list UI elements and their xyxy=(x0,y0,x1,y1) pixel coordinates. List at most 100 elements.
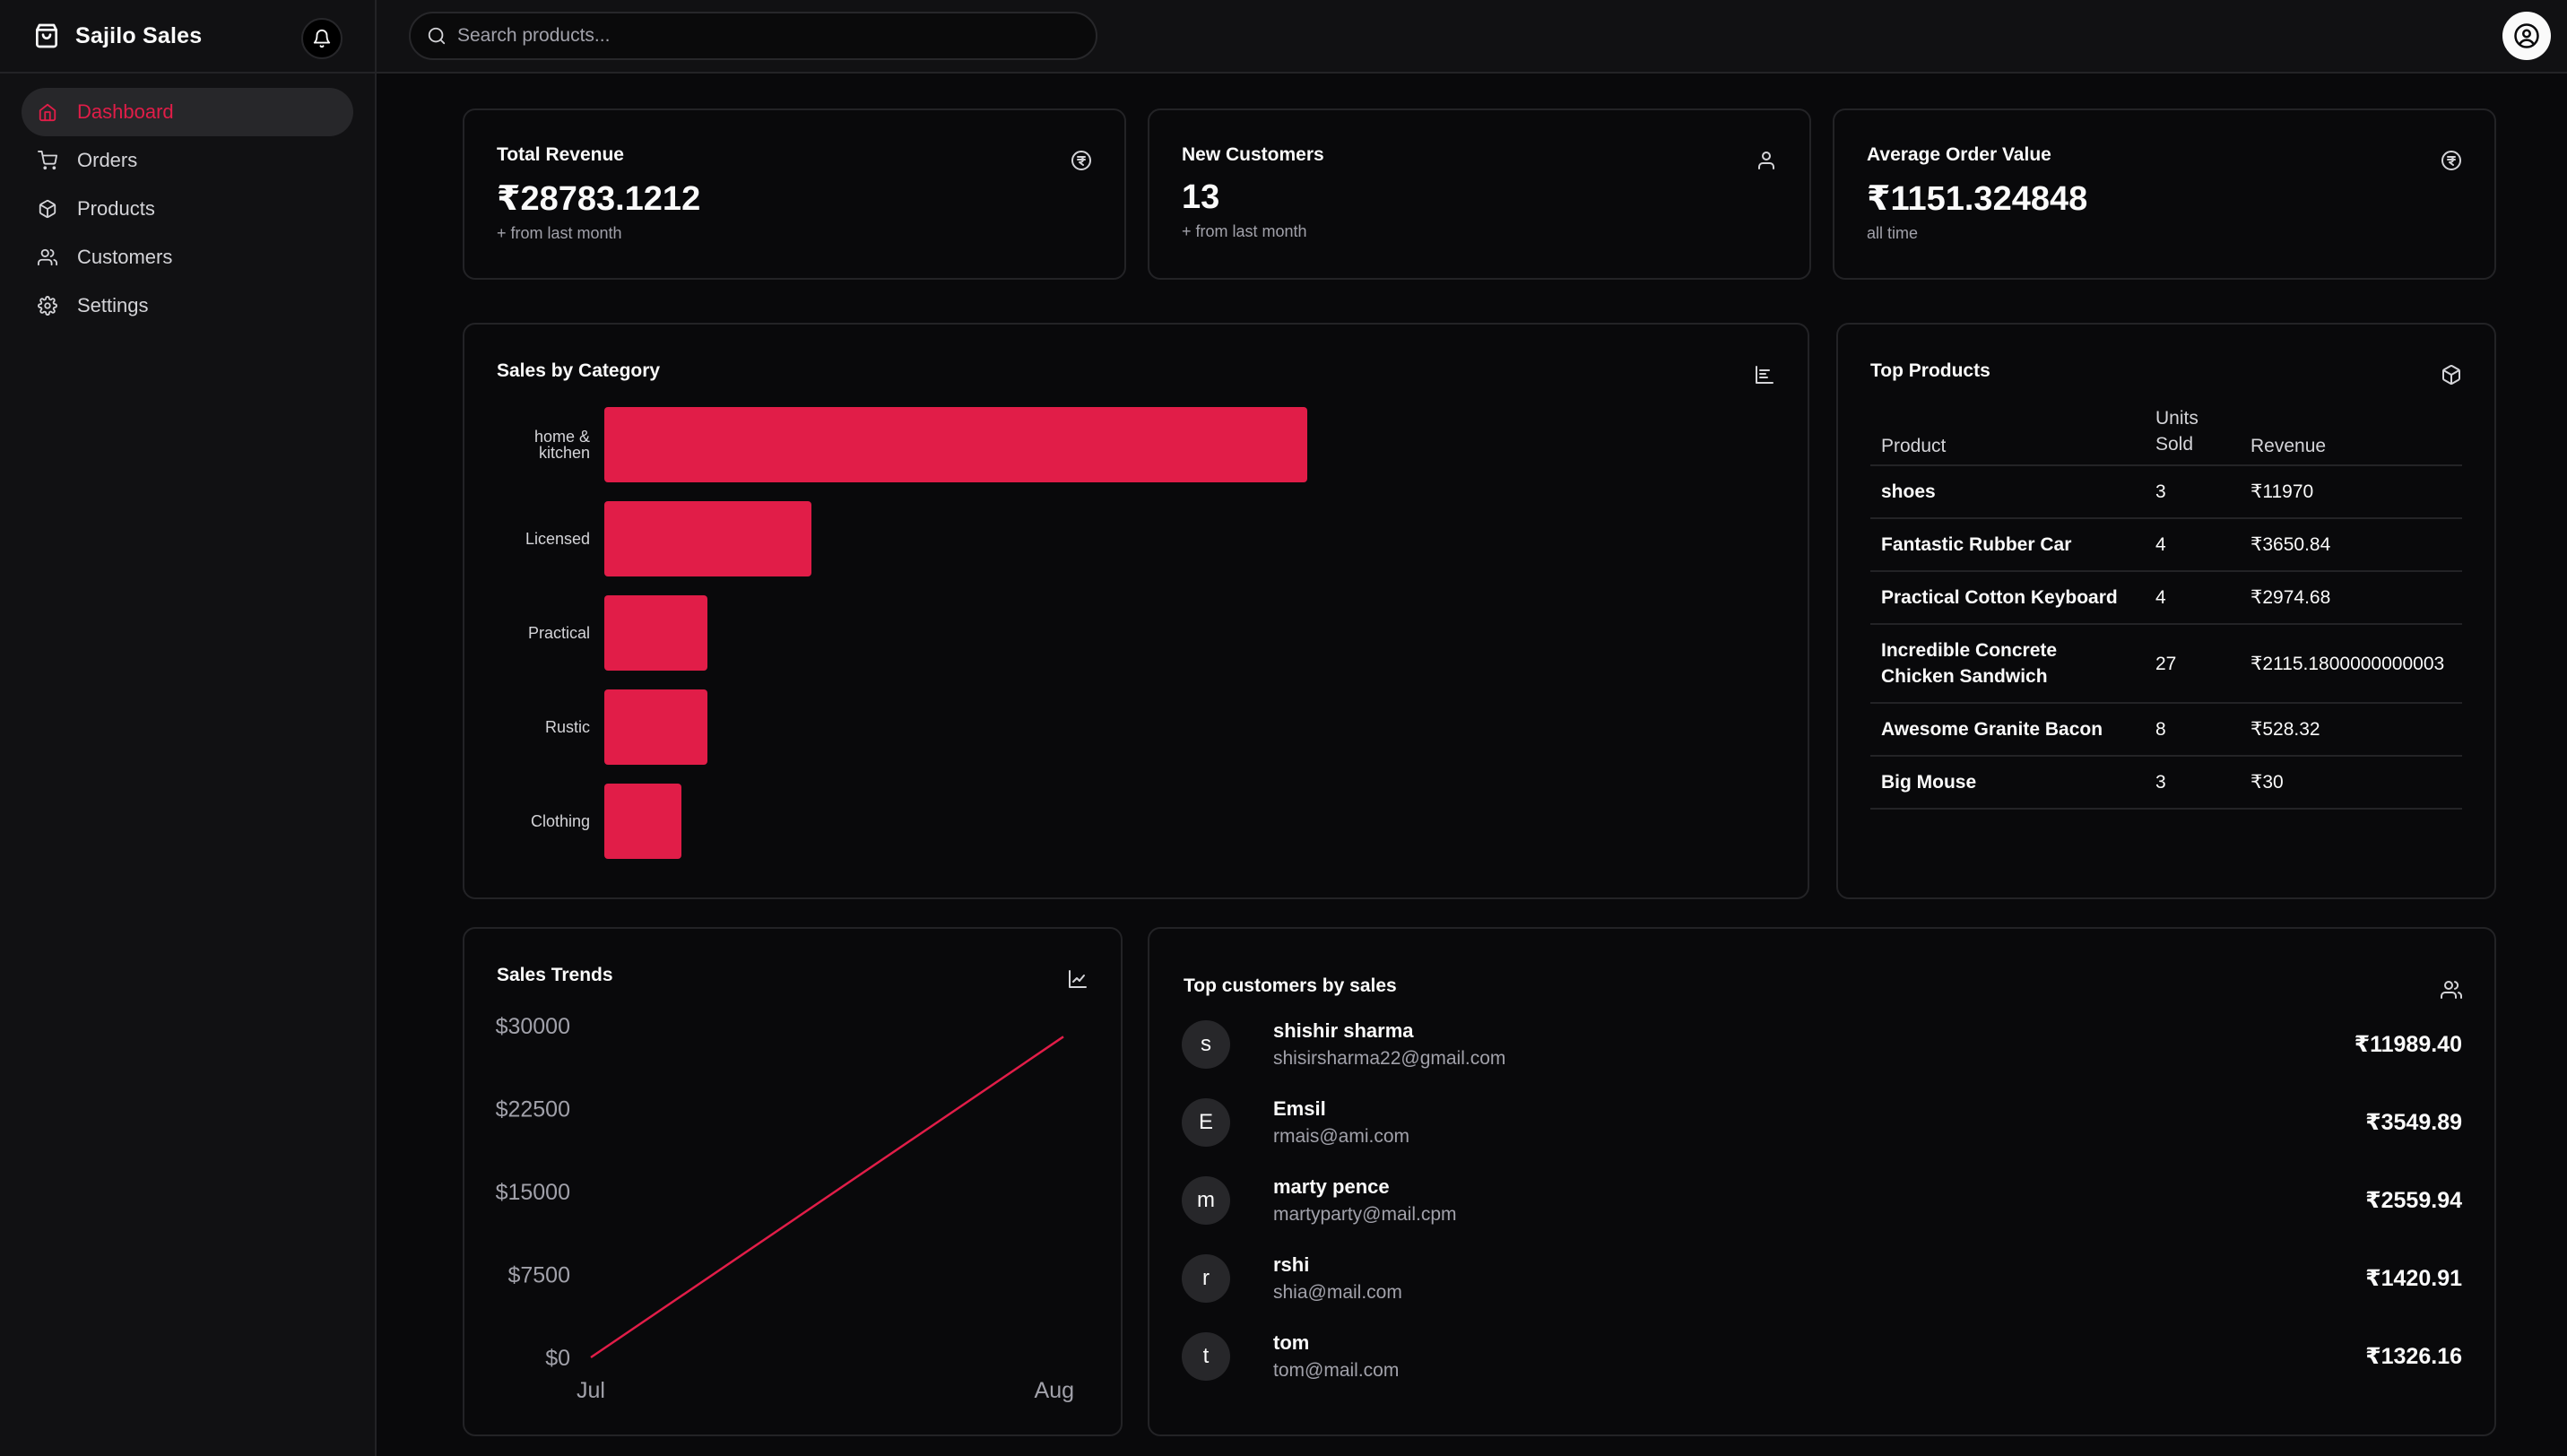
customer-info: rshi shia@mail.com xyxy=(1273,1253,2365,1304)
revenue-cell: ₹2974.68 xyxy=(2240,570,2462,624)
stat-subtext: + from last month xyxy=(1182,222,1307,240)
card-title: Top customers by sales xyxy=(1184,975,1397,996)
stat-value: 13 xyxy=(1182,178,1220,216)
column-header: Revenue xyxy=(2250,436,2327,456)
line-chart-svg: $0 $7500 $15000 $22500 $30000 Jul Aug xyxy=(496,1014,1074,1403)
user-icon xyxy=(1756,150,1777,171)
bar[interactable] xyxy=(604,595,708,671)
product-name-cell: Awesome Granite Bacon xyxy=(1870,702,2145,756)
user-circle-icon xyxy=(2513,22,2540,49)
stat-subtext: + from last month xyxy=(497,224,622,242)
notifications-button[interactable] xyxy=(301,18,343,59)
bar[interactable] xyxy=(604,784,682,859)
sidebar: Sajilo Sales Dashboard Orders Products C… xyxy=(0,0,377,1456)
sidebar-item-label: Customers xyxy=(77,246,173,268)
revenue-cell: ₹11970 xyxy=(2240,464,2462,518)
customer-name: marty pence xyxy=(1273,1175,1390,1198)
customer-name: rshi xyxy=(1273,1253,1310,1276)
x-tick-label: Jul xyxy=(577,1378,605,1403)
sidebar-item-customers[interactable]: Customers xyxy=(22,233,353,282)
top-products-table: Product Units Sold Revenue shoes 3 ₹11970 F… xyxy=(1870,398,2462,810)
units-cell: 27 xyxy=(2145,623,2240,703)
table-row: shoes 3 ₹11970 xyxy=(1870,464,2462,518)
bar[interactable] xyxy=(604,407,1307,482)
customer-name: Emsil xyxy=(1273,1097,1326,1120)
stat-subtext: all time xyxy=(1867,224,1919,242)
table-row: Fantastic Rubber Car 4 ₹3650.84 xyxy=(1870,517,2462,571)
home-icon xyxy=(38,101,59,123)
stat-value: ₹1151.324848 xyxy=(1867,180,2088,218)
avatar: r xyxy=(1182,1254,1230,1303)
brand-bar: Sajilo Sales xyxy=(0,0,375,74)
sidebar-item-dashboard[interactable]: Dashboard xyxy=(22,88,353,136)
bar[interactable] xyxy=(604,501,811,576)
customer-amount: ₹1326.16 xyxy=(2365,1344,2462,1369)
y-tick-label: $30000 xyxy=(496,1014,570,1039)
search-bar[interactable] xyxy=(409,12,1097,60)
customer-row: s shishir sharma shisirsharma22@gmail.com ₹… xyxy=(1182,1011,2462,1078)
y-tick-label: $0 xyxy=(545,1346,570,1371)
product-name-cell: shoes xyxy=(1870,464,2145,518)
sidebar-item-label: Dashboard xyxy=(77,100,174,123)
customer-amount: ₹11989.40 xyxy=(2354,1032,2462,1057)
sidebar-item-label: Settings xyxy=(77,294,149,316)
bar-label: Rustic xyxy=(544,718,590,736)
units-cell: 3 xyxy=(2145,755,2240,810)
customer-email: shia@mail.com xyxy=(1273,1282,1402,1303)
sidebar-item-label: Products xyxy=(77,197,155,220)
users-icon xyxy=(2441,979,2462,1001)
units-cell: 4 xyxy=(2145,570,2240,624)
customer-row: m marty pence martyparty@mail.cpm ₹2559.94 xyxy=(1182,1167,2462,1234)
bar-chart: home & kitchen Licensed Practical Rustic Clo… xyxy=(464,325,1808,897)
customer-email: martyparty@mail.cpm xyxy=(1273,1204,1457,1225)
sidebar-item-products[interactable]: Products xyxy=(22,185,353,233)
products-table-body: shoes 3 ₹11970 Fantastic Rubber Car 4 ₹3650.8… xyxy=(1870,464,2462,810)
customer-name: tom xyxy=(1273,1331,1310,1354)
line-chart: $0 $7500 $15000 $22500 $30000 Jul Aug xyxy=(464,929,1121,1434)
currency-icon xyxy=(2441,150,2462,171)
bar-label: Practical xyxy=(527,624,590,642)
sidebar-item-settings[interactable]: Settings xyxy=(22,282,353,330)
gear-icon xyxy=(38,295,59,316)
app-title: Sajilo Sales xyxy=(75,22,203,48)
customer-email: shisirsharma22@gmail.com xyxy=(1273,1048,1506,1069)
currency-icon xyxy=(1071,150,1092,171)
column-header: Product xyxy=(1881,436,1947,456)
cart-icon xyxy=(38,150,59,171)
stat-card-new-customers: New Customers 13 + from last month xyxy=(1148,108,1811,280)
sidebar-item-orders[interactable]: Orders xyxy=(22,136,353,185)
bar-label: home & kitchen xyxy=(533,428,590,462)
customer-info: Emsil rmais@ami.com xyxy=(1273,1097,2365,1148)
user-menu-button[interactable] xyxy=(2502,12,2551,60)
product-name-cell: Fantastic Rubber Car xyxy=(1870,517,2145,571)
customer-info: marty pence martyparty@mail.cpm xyxy=(1273,1175,2365,1226)
revenue-cell: ₹30 xyxy=(2240,755,2462,810)
stat-title: Average Order Value xyxy=(1867,144,2051,165)
sales-by-category-card: Sales by Category home & kitchen Licensed… xyxy=(463,323,1809,899)
bar[interactable] xyxy=(604,689,708,765)
customer-info: tom tom@mail.com xyxy=(1273,1331,2365,1382)
y-tick-label: $7500 xyxy=(507,1263,570,1288)
users-icon xyxy=(38,247,59,268)
avatar: t xyxy=(1182,1332,1230,1381)
stat-title: Total Revenue xyxy=(497,144,624,165)
y-tick-label: $22500 xyxy=(496,1097,570,1122)
table-header-row: Product Units Sold Revenue xyxy=(1870,398,2462,465)
package-icon xyxy=(38,198,59,220)
revenue-cell: ₹528.32 xyxy=(2240,702,2462,756)
avatar: m xyxy=(1182,1176,1230,1225)
column-header: Units Sold xyxy=(2155,408,2198,455)
product-name-cell: Incredible Concrete Chicken Sandwich xyxy=(1870,623,2145,703)
bar-label: Licensed xyxy=(525,530,590,548)
search-input[interactable] xyxy=(457,25,1080,47)
search-icon xyxy=(427,26,447,46)
sales-trends-card: Sales Trends $0 $7500 $15000 $22500 $30000 Ju… xyxy=(463,927,1123,1436)
customer-amount: ₹1420.91 xyxy=(2365,1266,2462,1291)
units-cell: 8 xyxy=(2145,702,2240,756)
topbar xyxy=(377,0,2567,74)
customer-info: shishir sharma shisirsharma22@gmail.com xyxy=(1273,1019,2355,1070)
product-name-cell: Big Mouse xyxy=(1870,755,2145,810)
top-products-card: Top Products Product Units Sold Revenue … xyxy=(1836,323,2496,899)
bar-label: Clothing xyxy=(530,812,590,830)
card-title: Top Products xyxy=(1870,360,1990,381)
